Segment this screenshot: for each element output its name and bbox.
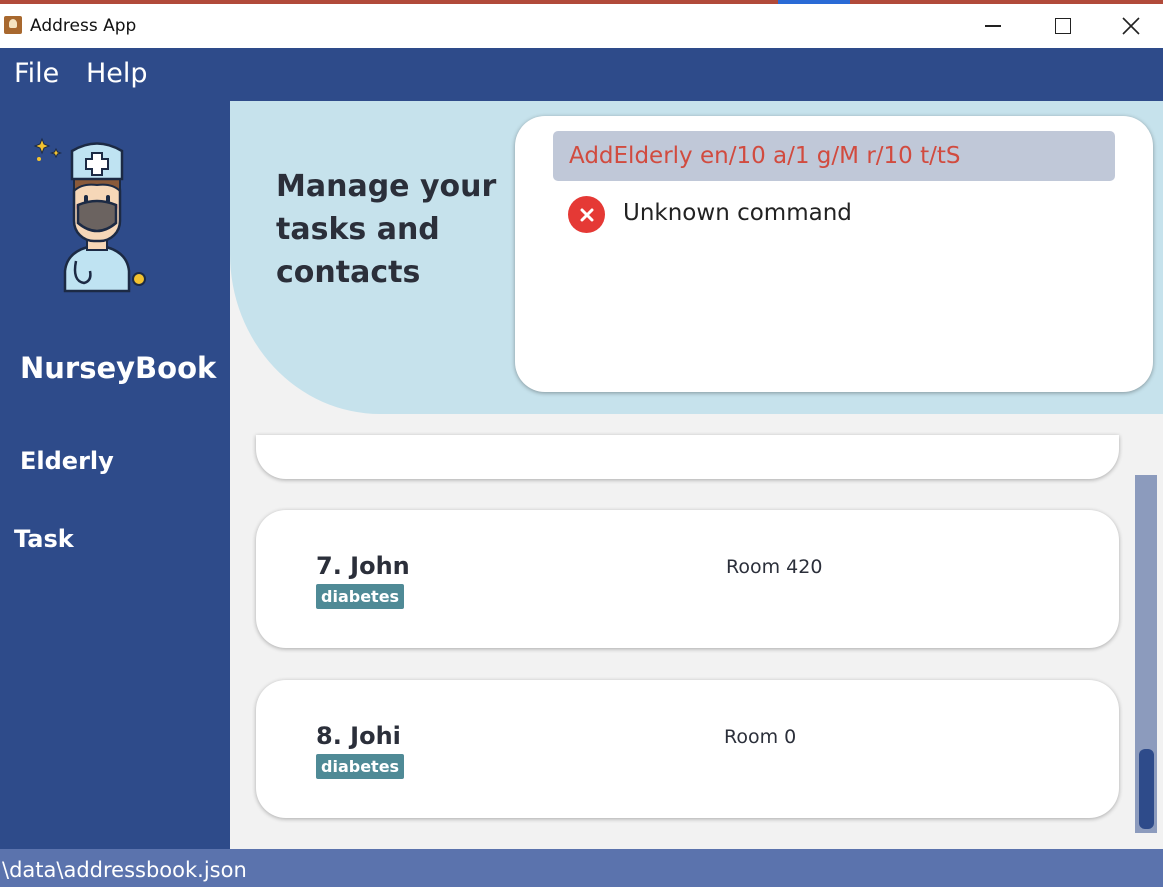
list-item-partial[interactable] [256, 435, 1119, 479]
sidebar-item-elderly[interactable]: Elderly [20, 447, 114, 475]
room-label: Room 420 [726, 556, 823, 578]
window-title: Address App [30, 16, 137, 36]
sidebar-item-task[interactable]: Task [14, 525, 74, 553]
elderly-name: 7. John [316, 552, 410, 580]
result-message: Unknown command [623, 200, 852, 226]
app-brand: NurseyBook [20, 351, 217, 385]
main-panel: Manage your tasks and contacts Unknown c… [230, 101, 1163, 849]
hero-text: Manage your tasks and contacts [276, 169, 497, 290]
list-item[interactable]: 8. Johi diabetes Room 0 [256, 680, 1119, 818]
elderly-list: 7. John diabetes Room 420 8. Johi diabet… [230, 435, 1163, 849]
scrollbar-thumb[interactable] [1139, 749, 1154, 829]
tag-badge: diabetes [316, 584, 405, 609]
status-bar: \data\addressbook.json [0, 849, 1163, 887]
title-bar: Address App [0, 4, 1163, 48]
menu-bar: File Help [0, 48, 1163, 101]
minimize-icon [985, 25, 1001, 27]
command-input[interactable] [553, 131, 1115, 181]
command-panel: Unknown command [515, 116, 1153, 392]
close-button[interactable] [1098, 4, 1163, 48]
menu-help[interactable]: Help [86, 58, 148, 89]
error-icon [568, 196, 605, 233]
hero-banner: Manage your tasks and contacts Unknown c… [230, 101, 1163, 414]
sidebar: NurseyBook Elderly Task [0, 101, 230, 849]
maximize-button[interactable] [1028, 4, 1098, 48]
nurse-avatar-icon [33, 137, 146, 293]
menu-file[interactable]: File [14, 58, 59, 89]
list-item[interactable]: 7. John diabetes Room 420 [256, 510, 1119, 648]
close-icon [1121, 17, 1140, 35]
file-path: \data\addressbook.json [2, 858, 247, 882]
app-icon [4, 16, 22, 34]
elderly-name: 8. Johi [316, 722, 401, 750]
maximize-icon [1055, 18, 1071, 34]
tag-badge: diabetes [316, 754, 405, 779]
room-label: Room 0 [724, 726, 797, 748]
minimize-button[interactable] [958, 4, 1028, 48]
